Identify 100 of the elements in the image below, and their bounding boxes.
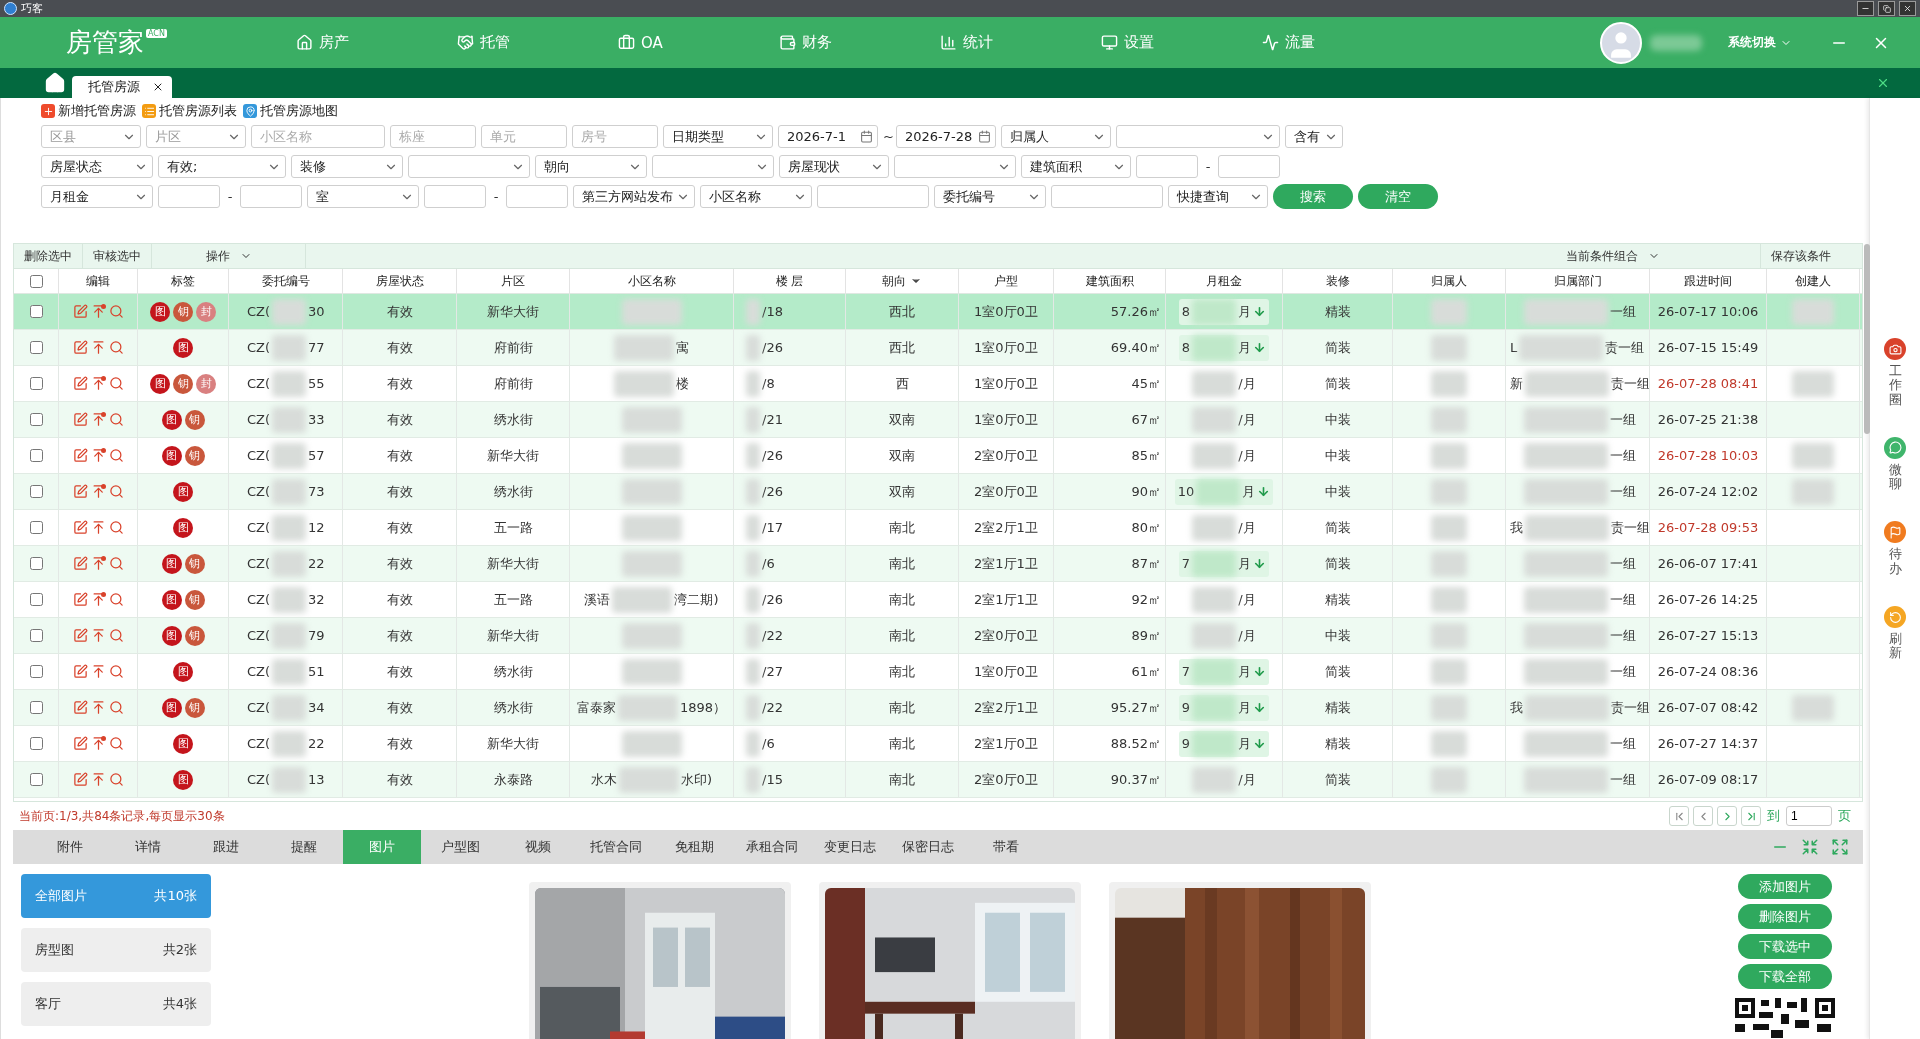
- column-header[interactable]: 创建人: [1767, 269, 1860, 293]
- scrollbar[interactable]: [1864, 244, 1870, 434]
- detail-tab[interactable]: 变更日志: [811, 830, 889, 864]
- input-field[interactable]: [506, 185, 568, 208]
- column-header[interactable]: 月租金: [1166, 269, 1283, 293]
- search-icon[interactable]: [108, 772, 124, 787]
- row-checkbox[interactable]: [29, 665, 43, 678]
- toolbar-link[interactable]: 托管房源地图: [243, 102, 338, 120]
- detail-tab[interactable]: 视频: [499, 830, 577, 864]
- input-field[interactable]: [424, 185, 486, 208]
- select-field[interactable]: 室: [307, 185, 419, 208]
- select-field[interactable]: 小区名称: [700, 185, 812, 208]
- close-button[interactable]: [1899, 1, 1916, 16]
- column-header[interactable]: 房屋状态: [343, 269, 457, 293]
- input-field[interactable]: 小区名称: [251, 125, 385, 148]
- select-field[interactable]: 委托编号: [934, 185, 1046, 208]
- search-icon[interactable]: [108, 304, 124, 319]
- select-field[interactable]: [1116, 125, 1280, 148]
- search-icon[interactable]: [108, 592, 124, 607]
- search-icon[interactable]: [108, 520, 124, 535]
- select-field[interactable]: 朝向: [535, 155, 647, 178]
- input-field[interactable]: 单元: [481, 125, 567, 148]
- search-icon[interactable]: [108, 412, 124, 427]
- edit-icon[interactable]: [72, 736, 88, 751]
- column-header[interactable]: 标签: [138, 269, 229, 293]
- select-field[interactable]: [408, 155, 530, 178]
- toolbar-button[interactable]: 审核选中: [83, 244, 152, 268]
- search-icon[interactable]: [108, 556, 124, 571]
- edit-icon[interactable]: [72, 592, 88, 607]
- column-header[interactable]: 委托编号: [229, 269, 343, 293]
- home-icon[interactable]: [44, 72, 66, 94]
- edit-icon[interactable]: [72, 556, 88, 571]
- search-icon[interactable]: [108, 448, 124, 463]
- select-all-checkbox[interactable]: [29, 274, 43, 288]
- column-header[interactable]: 编辑: [59, 269, 138, 293]
- select-field[interactable]: 建筑面积: [1021, 155, 1131, 178]
- side-shortcut[interactable]: 微聊: [1884, 436, 1906, 492]
- row-checkbox[interactable]: [29, 413, 43, 426]
- select-field[interactable]: 含有: [1285, 125, 1343, 148]
- toolbar-link[interactable]: 新增托管房源: [41, 102, 136, 120]
- column-header[interactable]: 小区名称: [570, 269, 734, 293]
- column-header[interactable]: 朝向: [846, 269, 959, 293]
- select-field[interactable]: 房屋状态: [41, 155, 153, 178]
- input-field[interactable]: [240, 185, 302, 208]
- last-page-button[interactable]: [1741, 806, 1761, 826]
- detail-tab[interactable]: 免租期: [655, 830, 733, 864]
- select-field[interactable]: 有效;: [158, 155, 286, 178]
- restore-button[interactable]: [1878, 1, 1895, 16]
- select-field[interactable]: 房屋现状: [779, 155, 889, 178]
- row-checkbox[interactable]: [29, 773, 43, 786]
- column-header[interactable]: 片区: [457, 269, 570, 293]
- row-checkbox[interactable]: [29, 593, 43, 606]
- minimize-button[interactable]: [1857, 1, 1874, 16]
- search-icon[interactable]: [108, 340, 124, 355]
- side-shortcut[interactable]: 待办: [1884, 521, 1906, 577]
- close-all-icon[interactable]: [1876, 76, 1890, 90]
- search-icon[interactable]: [108, 484, 124, 499]
- row-checkbox[interactable]: [29, 557, 43, 570]
- column-header[interactable]: 装修: [1283, 269, 1393, 293]
- detail-tab[interactable]: 附件: [31, 830, 109, 864]
- input-field[interactable]: 栋座: [390, 125, 476, 148]
- page-input[interactable]: 1: [1786, 806, 1832, 826]
- edit-icon[interactable]: [72, 520, 88, 535]
- detail-tab[interactable]: 跟进: [187, 830, 265, 864]
- column-header[interactable]: 归属人: [1393, 269, 1506, 293]
- column-header[interactable]: 跟进时间: [1650, 269, 1767, 293]
- operations-menu[interactable]: 操作: [152, 244, 306, 268]
- photo-category[interactable]: 客厅 共4张: [21, 982, 211, 1026]
- save-condition-button[interactable]: 保存该条件: [1760, 244, 1862, 268]
- row-checkbox[interactable]: [29, 449, 43, 462]
- page-tab[interactable]: 托管房源: [72, 76, 172, 98]
- detail-tab[interactable]: 带看: [967, 830, 1045, 864]
- edit-icon[interactable]: [72, 448, 88, 463]
- row-checkbox[interactable]: [29, 737, 43, 750]
- row-checkbox[interactable]: [29, 305, 43, 318]
- column-header[interactable]: 归属部门: [1506, 269, 1650, 293]
- input-field[interactable]: [817, 185, 929, 208]
- detail-tab[interactable]: 详情: [109, 830, 187, 864]
- input-field[interactable]: [1051, 185, 1163, 208]
- select-field[interactable]: 归属人: [1001, 125, 1111, 148]
- first-page-button[interactable]: [1669, 806, 1689, 826]
- next-page-button[interactable]: [1717, 806, 1737, 826]
- detail-tab[interactable]: 提醒: [265, 830, 343, 864]
- select-field[interactable]: 快捷查询: [1168, 185, 1268, 208]
- edit-icon[interactable]: [72, 700, 88, 715]
- input-field[interactable]: [1136, 155, 1198, 178]
- edit-icon[interactable]: [72, 376, 88, 391]
- search-icon[interactable]: [108, 700, 124, 715]
- toolbar-button[interactable]: 删除选中: [14, 244, 83, 268]
- search-icon[interactable]: [108, 664, 124, 679]
- column-header[interactable]: 户型: [959, 269, 1054, 293]
- row-checkbox[interactable]: [29, 485, 43, 498]
- edit-icon[interactable]: [72, 628, 88, 643]
- close-icon[interactable]: [152, 81, 164, 93]
- column-header[interactable]: 建筑面积: [1054, 269, 1166, 293]
- input-field[interactable]: [158, 185, 220, 208]
- condition-combo-menu[interactable]: 当前条件组合: [1556, 244, 1670, 268]
- select-field[interactable]: [894, 155, 1016, 178]
- search-icon[interactable]: [108, 376, 124, 391]
- column-header[interactable]: 楼 层: [734, 269, 846, 293]
